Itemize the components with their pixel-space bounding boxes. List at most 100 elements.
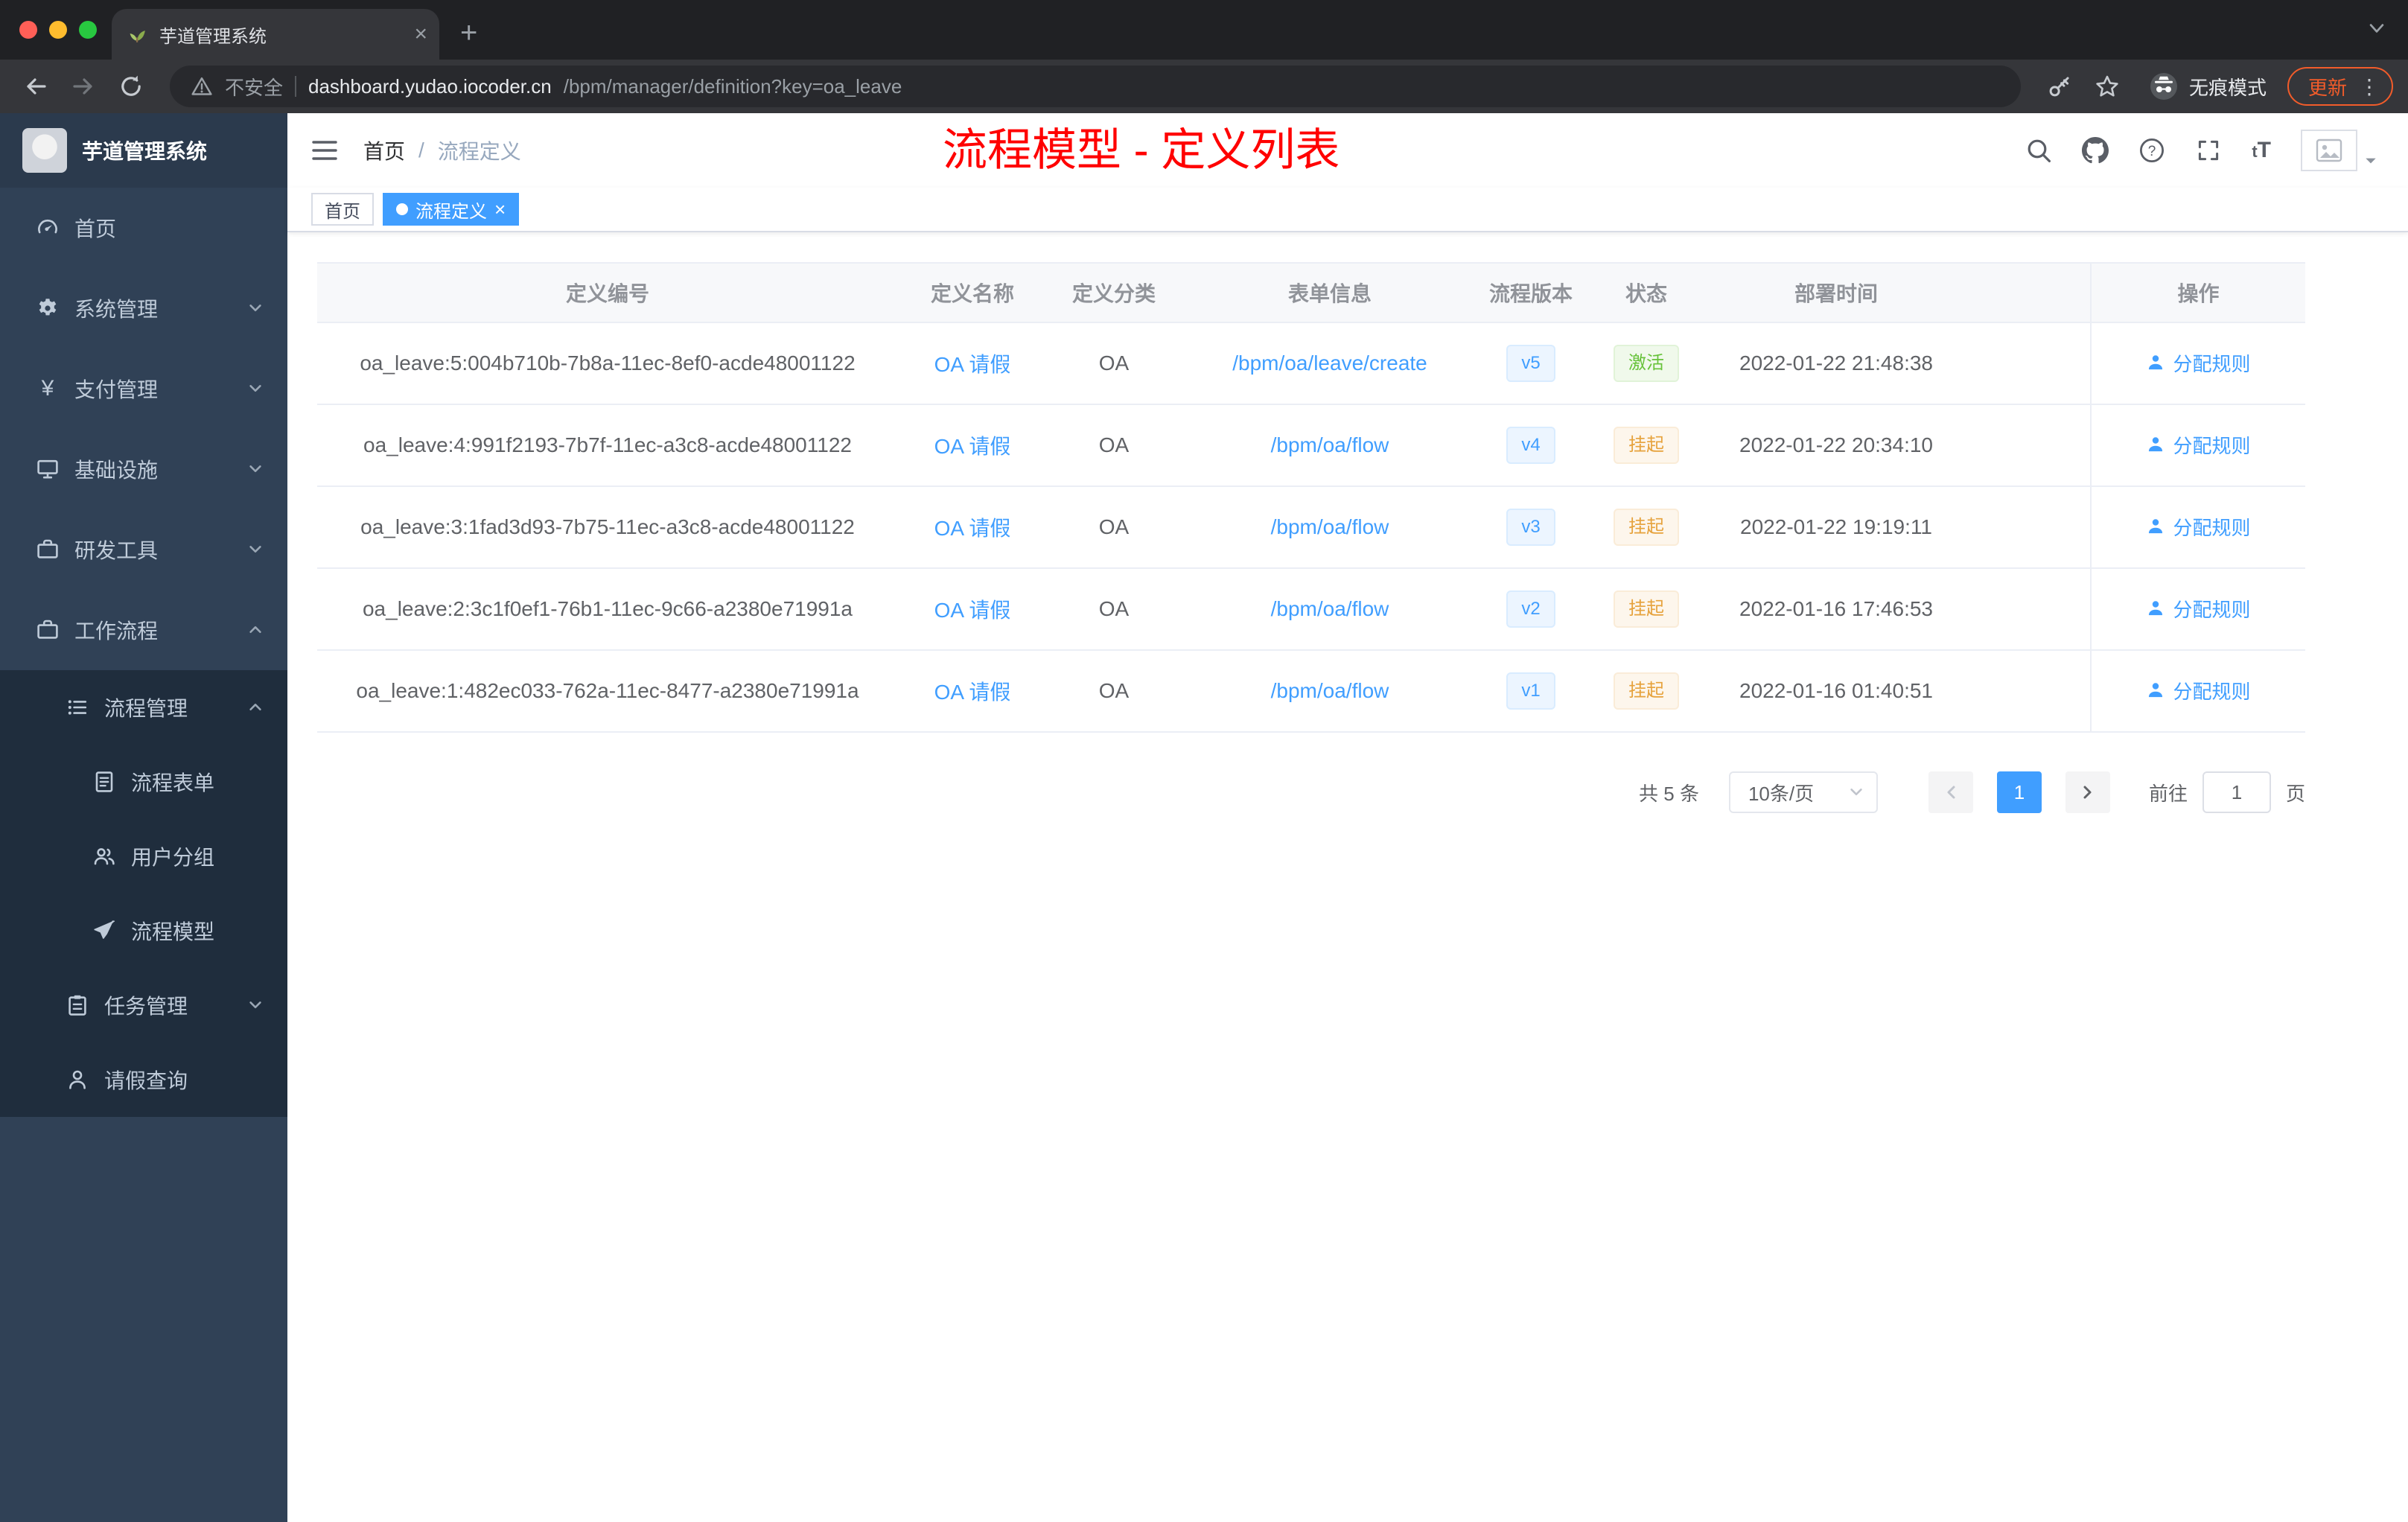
sidebar-item-process-form[interactable]: 流程表单 (0, 745, 287, 819)
search-icon[interactable] (2025, 137, 2052, 164)
forward-button[interactable] (63, 66, 104, 107)
chrome-update-button[interactable]: 更新 ⋮ (2287, 67, 2393, 106)
sidebar-item-home[interactable]: 首页 (0, 188, 287, 268)
sidebar-label-workflow: 工作流程 (74, 620, 159, 643)
form-link[interactable]: /bpm/oa/leave/create (1232, 351, 1427, 375)
tab-search-icon[interactable] (2366, 18, 2387, 39)
chevron-down-icon (249, 1002, 261, 1009)
chevron-down-icon (249, 465, 261, 473)
sidebar-item-devtools[interactable]: 研发工具 (0, 509, 287, 590)
deploy-time: 2022-01-22 20:34:10 (1739, 433, 1933, 456)
sidebar-item-infrastructure[interactable]: 基础设施 (0, 429, 287, 509)
reload-button[interactable] (110, 66, 152, 107)
user-icon (2149, 683, 2163, 698)
page-size-value: 10条/页 (1748, 782, 1815, 805)
not-secure-warning-icon (191, 77, 212, 95)
form-link[interactable]: /bpm/oa/flow (1271, 515, 1389, 538)
sidebar-item-task-mgmt[interactable]: 任务管理 (0, 968, 287, 1042)
pagination-total: 共 5 条 (1639, 782, 1699, 805)
definition-name-link[interactable]: OA 请假 (934, 599, 1011, 622)
sidebar-collapse-icon[interactable] (310, 136, 340, 165)
window-zoom-button[interactable] (79, 21, 97, 39)
help-icon[interactable]: ? (2138, 137, 2165, 164)
github-icon[interactable] (2082, 137, 2109, 164)
sidebar-item-process-model[interactable]: 流程模型 (0, 894, 287, 968)
app-logo[interactable]: 芋道管理系统 (0, 113, 287, 188)
assign-rule-link[interactable]: 分配规则 (2146, 349, 2251, 377)
goto-page-input[interactable] (2202, 771, 2271, 813)
table-row: oa_leave:2:3c1f0ef1-76b1-11ec-9c66-a2380… (317, 568, 2305, 651)
users-icon (94, 848, 115, 865)
sidebar-item-workflow[interactable]: 工作流程 (0, 590, 287, 670)
definition-category: OA (1098, 597, 1130, 620)
sidebar-label-process-form: 流程表单 (131, 771, 215, 795)
chevron-up-icon (249, 626, 261, 634)
assign-rule-label: 分配规则 (2173, 516, 2251, 539)
tag-home-label: 首页 (325, 201, 360, 222)
sidebar-label-payment: 支付管理 (74, 378, 159, 401)
window-close-button[interactable] (19, 21, 37, 39)
chevron-down-icon (2366, 158, 2376, 164)
version-badge: v1 (1506, 672, 1555, 710)
column-header-action: 操作 (2090, 263, 2305, 323)
column-header-status: 状态 (1583, 263, 1710, 323)
window-minimize-button[interactable] (49, 21, 67, 39)
back-button[interactable] (15, 66, 57, 107)
definition-id: oa_leave:2:3c1f0ef1-76b1-11ec-9c66-a2380… (362, 597, 853, 620)
sidebar-item-process-mgmt[interactable]: 流程管理 (0, 670, 287, 745)
breadcrumb-separator: / (418, 138, 424, 162)
breadcrumb-home[interactable]: 首页 (363, 136, 405, 165)
logo-avatar (22, 128, 67, 173)
page-size-select[interactable]: 10条/页 (1728, 771, 1878, 813)
tab-close-icon[interactable]: × (414, 23, 427, 45)
assign-rule-link[interactable]: 分配规则 (2146, 431, 2251, 459)
browser-toolbar: 不安全 dashboard.yudao.iocoder.cn/bpm/manag… (0, 60, 2408, 113)
goto-label: 前往 (2148, 782, 2188, 805)
chevron-down-icon (249, 305, 261, 312)
sidebar-item-user-group[interactable]: 用户分组 (0, 819, 287, 894)
font-size-icon[interactable]: tT (2252, 138, 2271, 163)
definition-name-link[interactable]: OA 请假 (934, 681, 1011, 704)
assign-rule-link[interactable]: 分配规则 (2146, 595, 2251, 623)
browser-tab[interactable]: 芋道管理系统 × (112, 9, 439, 60)
user-icon (2149, 519, 2163, 534)
new-tab-button[interactable]: + (460, 18, 477, 48)
main-area: 首页 / 流程定义 流程模型 - 定义列表 ? tT 首页 流程定义 × 定义编… (287, 113, 2408, 1522)
column-header-form: 表单信息 (1181, 263, 1479, 323)
logo-title: 芋道管理系统 (82, 140, 208, 163)
yen-icon: ¥ (41, 376, 54, 401)
definition-table: 定义编号 定义名称 定义分类 表单信息 流程版本 状态 部署时间 操作 oa_l… (317, 262, 2305, 733)
user-menu[interactable] (2301, 130, 2378, 171)
document-icon (95, 771, 113, 792)
update-label: 更新 (2307, 76, 2347, 99)
tag-close-icon[interactable]: × (494, 200, 506, 219)
prev-page-button[interactable] (1928, 771, 1973, 813)
definition-id: oa_leave:5:004b710b-7b8a-11ec-8ef0-acde4… (360, 351, 856, 375)
version-badge: v3 (1506, 509, 1555, 546)
fullscreen-icon[interactable] (2195, 137, 2222, 164)
form-link[interactable]: /bpm/oa/flow (1271, 433, 1389, 456)
svg-text:?: ? (2148, 144, 2156, 159)
browser-menu-icon[interactable]: ⋮ (2359, 74, 2380, 99)
form-link[interactable]: /bpm/oa/flow (1271, 679, 1389, 702)
tag-home[interactable]: 首页 (311, 193, 374, 226)
next-page-button[interactable] (2065, 771, 2110, 813)
sidebar-item-leave-query[interactable]: 请假查询 (0, 1042, 287, 1117)
page-number-1[interactable]: 1 (1996, 771, 2042, 813)
definition-id: oa_leave:1:482ec033-762a-11ec-8477-a2380… (356, 679, 859, 702)
definition-name-link[interactable]: OA 请假 (934, 353, 1011, 376)
tag-process-definition[interactable]: 流程定义 × (383, 193, 520, 226)
assign-rule-link[interactable]: 分配规则 (2146, 677, 2251, 704)
address-bar[interactable]: 不安全 dashboard.yudao.iocoder.cn/bpm/manag… (170, 66, 2021, 107)
annotation-title: 流程模型 - 定义列表 (943, 125, 1340, 175)
assign-rule-link[interactable]: 分配规则 (2146, 513, 2251, 541)
sidebar-label-leave-query: 请假查询 (104, 1069, 188, 1092)
bookmark-star-icon[interactable] (2086, 66, 2128, 107)
definition-name-link[interactable]: OA 请假 (934, 435, 1011, 458)
definition-id: oa_leave:4:991f2193-7b7f-11ec-a3c8-acde4… (363, 433, 852, 456)
sidebar-item-system[interactable]: 系统管理 (0, 268, 287, 348)
password-key-icon[interactable] (2039, 66, 2080, 107)
definition-name-link[interactable]: OA 请假 (934, 517, 1011, 540)
form-link[interactable]: /bpm/oa/flow (1271, 597, 1389, 620)
sidebar-item-payment[interactable]: ¥ 支付管理 (0, 348, 287, 429)
